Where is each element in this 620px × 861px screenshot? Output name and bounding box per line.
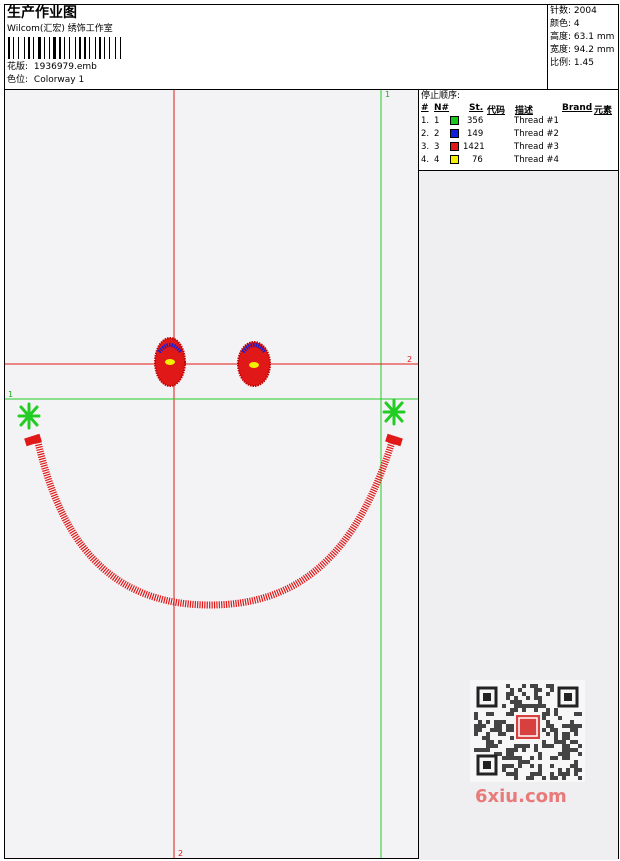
stat-width-label: 宽度: [550, 45, 572, 55]
h-green-guide-label: 1 [8, 390, 13, 399]
row-index: 3. [421, 142, 430, 152]
right-asterisk-marker [382, 398, 406, 426]
row-stitches: 356 [467, 116, 484, 126]
colorway-label: 色位: [7, 75, 29, 85]
stat-colors: 颜色: 4 [550, 19, 580, 30]
row-needle: 4 [434, 155, 440, 165]
row-needle: 3 [434, 142, 440, 152]
row-desc: Thread #3 [514, 142, 559, 152]
row-needle: 1 [434, 116, 440, 126]
stat-scale: 比例: 1.45 [550, 58, 594, 69]
col-header-index: # [421, 103, 429, 113]
row-stitches: 1421 [463, 142, 485, 152]
company-name: Wilcom(汇宏) 绣饰工作室 [7, 24, 113, 34]
v-red-guide-label: 2 [178, 849, 183, 858]
sequence-title: 停止顺序: [421, 91, 461, 101]
embroidery-preview: 1 2 1 2 [5, 90, 418, 858]
stat-height-value: 63.1 mm [573, 32, 615, 42]
row-stitches: 149 [467, 129, 484, 139]
smile-mouth [24, 433, 403, 609]
col-header-needle: N# [434, 103, 450, 113]
sequence-row: 2. 2 149 Thread #2 [419, 128, 618, 141]
design-value: 1936979.emb [33, 62, 97, 72]
qr-code [470, 680, 585, 782]
col-header-brand: Brand [562, 103, 593, 113]
stat-stitches-value: 2004 [573, 6, 597, 16]
sequence-row: 3. 3 1421 Thread #3 [419, 141, 618, 154]
row-desc: Thread #2 [514, 129, 559, 139]
row-index: 2. [421, 129, 430, 139]
panel-empty-area: 6xiu.com [419, 170, 618, 860]
row-index: 1. [421, 116, 430, 126]
row-index: 4. [421, 155, 430, 165]
left-eye [154, 337, 186, 387]
col-header-stitches: St. [469, 103, 484, 113]
sequence-row: 4. 4 76 Thread #4 [419, 154, 618, 167]
stat-colors-value: 4 [573, 19, 580, 29]
stat-stitches-label: 针数: [550, 6, 572, 16]
left-asterisk-marker [17, 402, 41, 430]
stat-height: 高度: 63.1 mm [550, 32, 614, 43]
stat-colors-label: 颜色: [550, 19, 572, 29]
thread-color-swatch [450, 155, 459, 164]
v-green-guide-label: 1 [385, 90, 390, 99]
design-canvas[interactable]: 1 2 1 2 [4, 89, 419, 859]
sequence-row: 1. 1 356 Thread #1 [419, 115, 618, 128]
right-eye [237, 341, 271, 387]
row-stitches: 76 [472, 155, 483, 165]
stop-sequence-panel: 停止顺序: # N# St. 代码 描述 Brand 元素 1. 1 356 T… [419, 89, 619, 860]
stat-width: 宽度: 94.2 mm [550, 45, 614, 56]
barcode [8, 37, 121, 59]
stat-height-label: 高度: [550, 32, 572, 42]
stat-stitches: 针数: 2004 [550, 6, 597, 17]
page-title: 生产作业图 [7, 5, 77, 21]
watermark-text: 6xiu.com [475, 786, 567, 807]
colorway-row: 色位: Colorway 1 [7, 75, 84, 86]
stat-scale-label: 比例: [550, 58, 572, 68]
h-red-guide-label: 2 [407, 355, 412, 364]
thread-color-swatch [450, 129, 459, 138]
stat-scale-value: 1.45 [573, 58, 594, 68]
thread-color-swatch [450, 116, 459, 125]
stat-width-value: 94.2 mm [573, 45, 615, 55]
row-needle: 2 [434, 129, 440, 139]
row-desc: Thread #1 [514, 116, 559, 126]
row-desc: Thread #4 [514, 155, 559, 165]
thread-color-swatch [450, 142, 459, 151]
design-label: 花版: [7, 62, 29, 72]
design-file-row: 花版: 1936979.emb [7, 62, 97, 73]
colorway-value: Colorway 1 [33, 75, 85, 85]
